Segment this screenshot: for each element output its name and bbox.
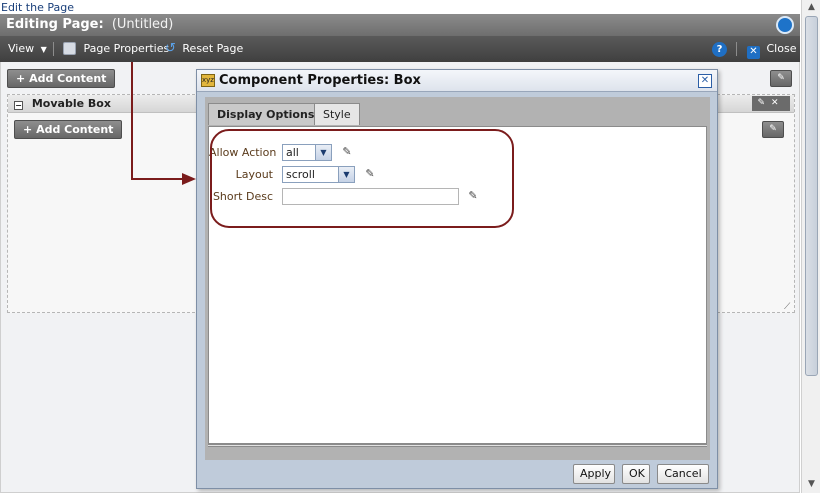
allow-action-value: all bbox=[286, 146, 299, 159]
pencil-icon: ✎ bbox=[777, 73, 785, 83]
box-edit-button[interactable]: ✎ bbox=[762, 121, 784, 138]
page-properties-button[interactable]: Page Properties bbox=[63, 36, 169, 62]
dialog-close-icon[interactable]: ✕ bbox=[698, 74, 712, 88]
ok-button[interactable]: OK bbox=[622, 464, 650, 484]
chevron-down-icon[interactable]: ▼ bbox=[338, 167, 354, 182]
box-tools: ✎✕ bbox=[752, 96, 790, 111]
plus-icon: + bbox=[23, 123, 33, 136]
layout-select[interactable]: scroll ▼ bbox=[282, 166, 355, 183]
resize-grip-icon[interactable]: ⟋ bbox=[784, 302, 794, 312]
short-desc-input[interactable] bbox=[282, 188, 459, 205]
remove-icon[interactable]: ✕ bbox=[771, 98, 785, 108]
tab-display-options[interactable]: Display Options bbox=[208, 103, 324, 125]
page-subtitle: (Untitled) bbox=[111, 17, 174, 32]
layout-value: scroll bbox=[286, 168, 315, 181]
pencil-icon: ✎ bbox=[769, 124, 777, 134]
reset-page-button[interactable]: ↺ Reset Page bbox=[165, 36, 243, 62]
view-menu-label: View bbox=[8, 42, 35, 55]
dialog-footer: Apply OK Cancel bbox=[197, 460, 717, 488]
view-menu[interactable]: View ▼ bbox=[8, 36, 47, 62]
undo-icon: ↺ bbox=[165, 41, 176, 56]
add-content-label: Add Content bbox=[29, 72, 107, 85]
page-edit-button[interactable]: ✎ bbox=[770, 70, 792, 87]
chevron-down-icon: ▼ bbox=[40, 45, 47, 54]
tab-label: Style bbox=[323, 108, 351, 121]
apply-button[interactable]: Apply bbox=[573, 464, 615, 484]
editor-titlebar: Editing Page: (Untitled) bbox=[0, 14, 800, 36]
plus-icon: + bbox=[16, 72, 26, 85]
close-icon: ✕ bbox=[747, 46, 760, 59]
editor-toolbar: View ▼ Page Properties ↺ Reset Page ? ✕ … bbox=[0, 36, 800, 62]
pencil-icon[interactable]: ✎ bbox=[467, 189, 479, 203]
close-button[interactable]: ✕ Close bbox=[747, 36, 796, 62]
component-icon: xyz bbox=[201, 74, 215, 87]
help-icon: ? bbox=[712, 41, 727, 57]
component-properties-dialog: xyz Component Properties: Box ✕ Display … bbox=[196, 69, 718, 489]
layout-row: Layout scroll ▼ ✎ bbox=[209, 166, 389, 184]
page-properties-icon bbox=[63, 42, 76, 55]
chevron-down-icon[interactable]: ▼ bbox=[315, 145, 331, 160]
oracle-logo-icon bbox=[776, 16, 794, 34]
inner-add-content-label: Add Content bbox=[36, 123, 114, 136]
pencil-icon[interactable]: ✎ bbox=[364, 167, 376, 181]
pencil-icon[interactable]: ✎ bbox=[757, 98, 771, 108]
allow-action-row: Allow Action all ▼ ✎ bbox=[209, 144, 369, 162]
scroll-up-icon[interactable]: ▲ bbox=[805, 1, 818, 14]
add-content-button[interactable]: + Add Content bbox=[7, 69, 116, 88]
collapse-icon[interactable]: − bbox=[14, 101, 23, 110]
dialog-title: Component Properties: Box bbox=[219, 73, 421, 88]
allow-action-select[interactable]: all ▼ bbox=[282, 144, 332, 161]
vertical-scrollbar[interactable]: ▲ ▼ bbox=[801, 0, 820, 493]
tab-style[interactable]: Style bbox=[314, 103, 360, 125]
panel-separator bbox=[208, 444, 707, 447]
close-label: Close bbox=[766, 42, 797, 55]
tab-label: Display Options bbox=[217, 108, 315, 121]
scroll-thumb[interactable] bbox=[805, 16, 818, 376]
help-button[interactable]: ? bbox=[712, 36, 727, 62]
dialog-titlebar[interactable]: xyz Component Properties: Box ✕ bbox=[197, 70, 717, 92]
display-options-panel: Allow Action all ▼ ✎ Layout scroll ▼ ✎ S… bbox=[208, 126, 707, 444]
toolbar-divider bbox=[53, 42, 54, 56]
movable-box-title: Movable Box bbox=[31, 97, 111, 110]
page-properties-label: Page Properties bbox=[83, 42, 170, 55]
edit-page-link[interactable]: Edit the Page bbox=[1, 1, 74, 14]
toolbar-divider bbox=[736, 42, 737, 56]
dialog-body: Display Options Style Allow Action all ▼… bbox=[205, 97, 710, 462]
page-title: Editing Page: bbox=[6, 17, 104, 32]
scroll-down-icon[interactable]: ▼ bbox=[805, 478, 818, 491]
inner-add-content-button[interactable]: + Add Content bbox=[14, 120, 123, 139]
layout-label: Layout bbox=[235, 168, 273, 181]
short-desc-label: Short Desc bbox=[212, 190, 273, 203]
pencil-icon[interactable]: ✎ bbox=[341, 145, 353, 159]
short-desc-row: Short Desc ✎ bbox=[209, 188, 489, 206]
cancel-button[interactable]: Cancel bbox=[657, 464, 709, 484]
allow-action-label: Allow Action bbox=[209, 146, 277, 159]
reset-page-label: Reset Page bbox=[182, 42, 244, 55]
